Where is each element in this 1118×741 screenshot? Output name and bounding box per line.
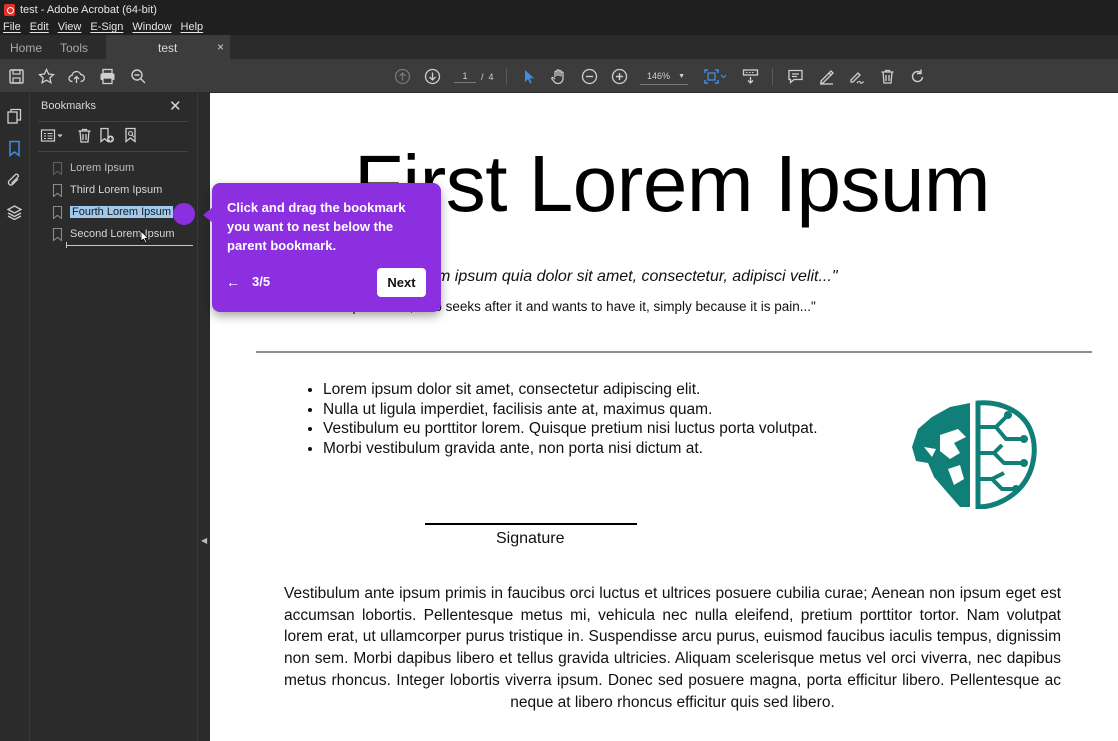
toolbar-divider	[506, 68, 507, 85]
tab-close-button[interactable]: ×	[217, 40, 224, 54]
layers-icon[interactable]	[6, 204, 23, 221]
new-bookmark-icon[interactable]	[98, 127, 115, 144]
panel-divider	[38, 151, 188, 152]
body-paragraph: Vestibulum ante ipsum primis in faucibus…	[284, 585, 1061, 711]
tab-document-label: test	[158, 41, 178, 55]
bookmark-icon	[52, 183, 63, 198]
toolbar-divider	[772, 68, 773, 85]
print-icon[interactable]	[99, 68, 116, 85]
bookmark-label: Second Lorem Ipsum	[70, 228, 175, 240]
attachment-icon[interactable]	[6, 172, 23, 189]
mouse-cursor-icon	[140, 230, 149, 244]
menu-file[interactable]: File	[3, 21, 21, 33]
tab-home[interactable]: Home	[10, 41, 42, 55]
zoom-level-dropdown[interactable]: 146% ▼	[640, 68, 688, 85]
tab-document[interactable]: test ×	[106, 35, 230, 60]
zoom-search-icon[interactable]	[130, 68, 147, 85]
star-icon[interactable]	[38, 68, 55, 85]
bookmark-label: Third Lorem Ipsum	[70, 184, 163, 196]
pages-thumbnails-icon[interactable]	[6, 108, 23, 125]
menu-bar: File Edit View E-Sign Window Help	[0, 19, 1118, 35]
next-button[interactable]: Next	[377, 268, 426, 297]
back-arrow-icon[interactable]: ←	[226, 274, 240, 290]
chevron-down-icon: ▼	[678, 72, 685, 80]
coach-mark-hotspot	[173, 203, 195, 225]
horizontal-rule	[256, 351, 1092, 353]
bookmark-item[interactable]: Third Lorem Ipsum	[52, 182, 162, 198]
menu-window[interactable]: Window	[132, 21, 171, 33]
menu-esign[interactable]: E-Sign	[90, 21, 123, 33]
bookmark-item[interactable]: Lorem Ipsum	[52, 160, 134, 176]
bookmark-options-icon[interactable]	[40, 127, 66, 144]
bookmark-label: Lorem Ipsum	[70, 162, 135, 174]
acrobat-window: test - Adobe Acrobat (64-bit) File Edit …	[0, 0, 1118, 741]
page-total: 4	[488, 71, 494, 82]
cloud-upload-icon[interactable]	[68, 68, 85, 85]
zoom-level-value: 146%	[647, 71, 671, 81]
scroll-mode-icon[interactable]	[742, 68, 759, 85]
panel-splitter[interactable]: ◀	[197, 93, 210, 741]
signature-label: Signature	[496, 530, 565, 547]
save-icon[interactable]	[8, 68, 25, 85]
coach-mark-tooltip: Click and drag the bookmark you want to …	[203, 183, 441, 312]
acrobat-logo-icon	[4, 3, 15, 16]
window-title: test - Adobe Acrobat (64-bit)	[20, 3, 157, 16]
bookmark-icon	[52, 227, 63, 242]
bookmark-icon	[52, 205, 63, 220]
title-bar: test - Adobe Acrobat (64-bit)	[0, 0, 1118, 19]
bookmark-label: Fourth Lorem Ipsum	[68, 205, 175, 219]
fit-page-icon[interactable]	[703, 68, 727, 85]
bookmark-panel-icon[interactable]	[6, 140, 23, 158]
rotate-icon[interactable]	[909, 68, 926, 85]
search-bookmark-icon[interactable]	[123, 127, 140, 144]
select-arrow-icon[interactable]	[520, 68, 537, 85]
bookmarks-panel: Bookmarks ✕ Lorem Ipsum Third Lorem Ipsu…	[30, 93, 197, 741]
bookmarks-panel-title: Bookmarks	[41, 100, 97, 112]
menu-view[interactable]: View	[58, 21, 82, 33]
bullet-list: Lorem ipsum dolor sit amet, consectetur …	[303, 380, 818, 458]
bookmark-item-selected[interactable]: Fourth Lorem Ipsum	[52, 204, 175, 220]
coach-mark-text: Click and drag the bookmark you want to …	[227, 200, 406, 253]
menu-help[interactable]: Help	[181, 21, 204, 33]
panel-divider	[38, 121, 188, 122]
main-toolbar: 1 / 4 146% ▼	[0, 60, 1118, 93]
left-rail	[0, 93, 30, 741]
list-item: Vestibulum eu porttitor lorem. Quisque p…	[323, 419, 818, 439]
list-item: Lorem ipsum dolor sit amet, consectetur …	[323, 380, 818, 400]
document-title: First Lorem Ipsum	[354, 139, 991, 228]
drop-indicator-line	[66, 242, 193, 248]
zoom-in-icon[interactable]	[611, 68, 628, 85]
comment-icon[interactable]	[787, 68, 804, 85]
collapse-panel-icon[interactable]: ◀	[201, 536, 207, 545]
list-item: Morbi vestibulum gravida ante, non porta…	[323, 439, 818, 459]
close-icon[interactable]: ✕	[169, 97, 182, 115]
sign-icon[interactable]	[848, 68, 865, 85]
list-item: Nulla ut ligula imperdiet, facilisis ant…	[323, 400, 818, 420]
page-separator: /	[481, 71, 484, 82]
delete-bookmark-icon[interactable]	[76, 127, 93, 144]
tab-tools[interactable]: Tools	[60, 41, 88, 55]
page-up-icon[interactable]	[394, 68, 411, 85]
page-down-icon[interactable]	[424, 68, 441, 85]
signature-line	[425, 523, 637, 525]
coach-step-counter: 3/5	[252, 274, 271, 289]
current-page-input[interactable]: 1	[454, 71, 476, 83]
brain-logo-icon	[912, 400, 1037, 509]
menu-edit[interactable]: Edit	[30, 21, 49, 33]
highlight-icon[interactable]	[818, 68, 835, 85]
bookmark-item[interactable]: Second Lorem Ipsum	[52, 226, 175, 242]
delete-icon[interactable]	[879, 68, 896, 85]
bookmark-icon	[52, 161, 63, 176]
hand-icon[interactable]	[550, 68, 567, 85]
zoom-out-icon[interactable]	[581, 68, 598, 85]
tab-bar: Home Tools test ×	[0, 35, 1118, 60]
page-indicator: 1 / 4	[454, 68, 494, 85]
